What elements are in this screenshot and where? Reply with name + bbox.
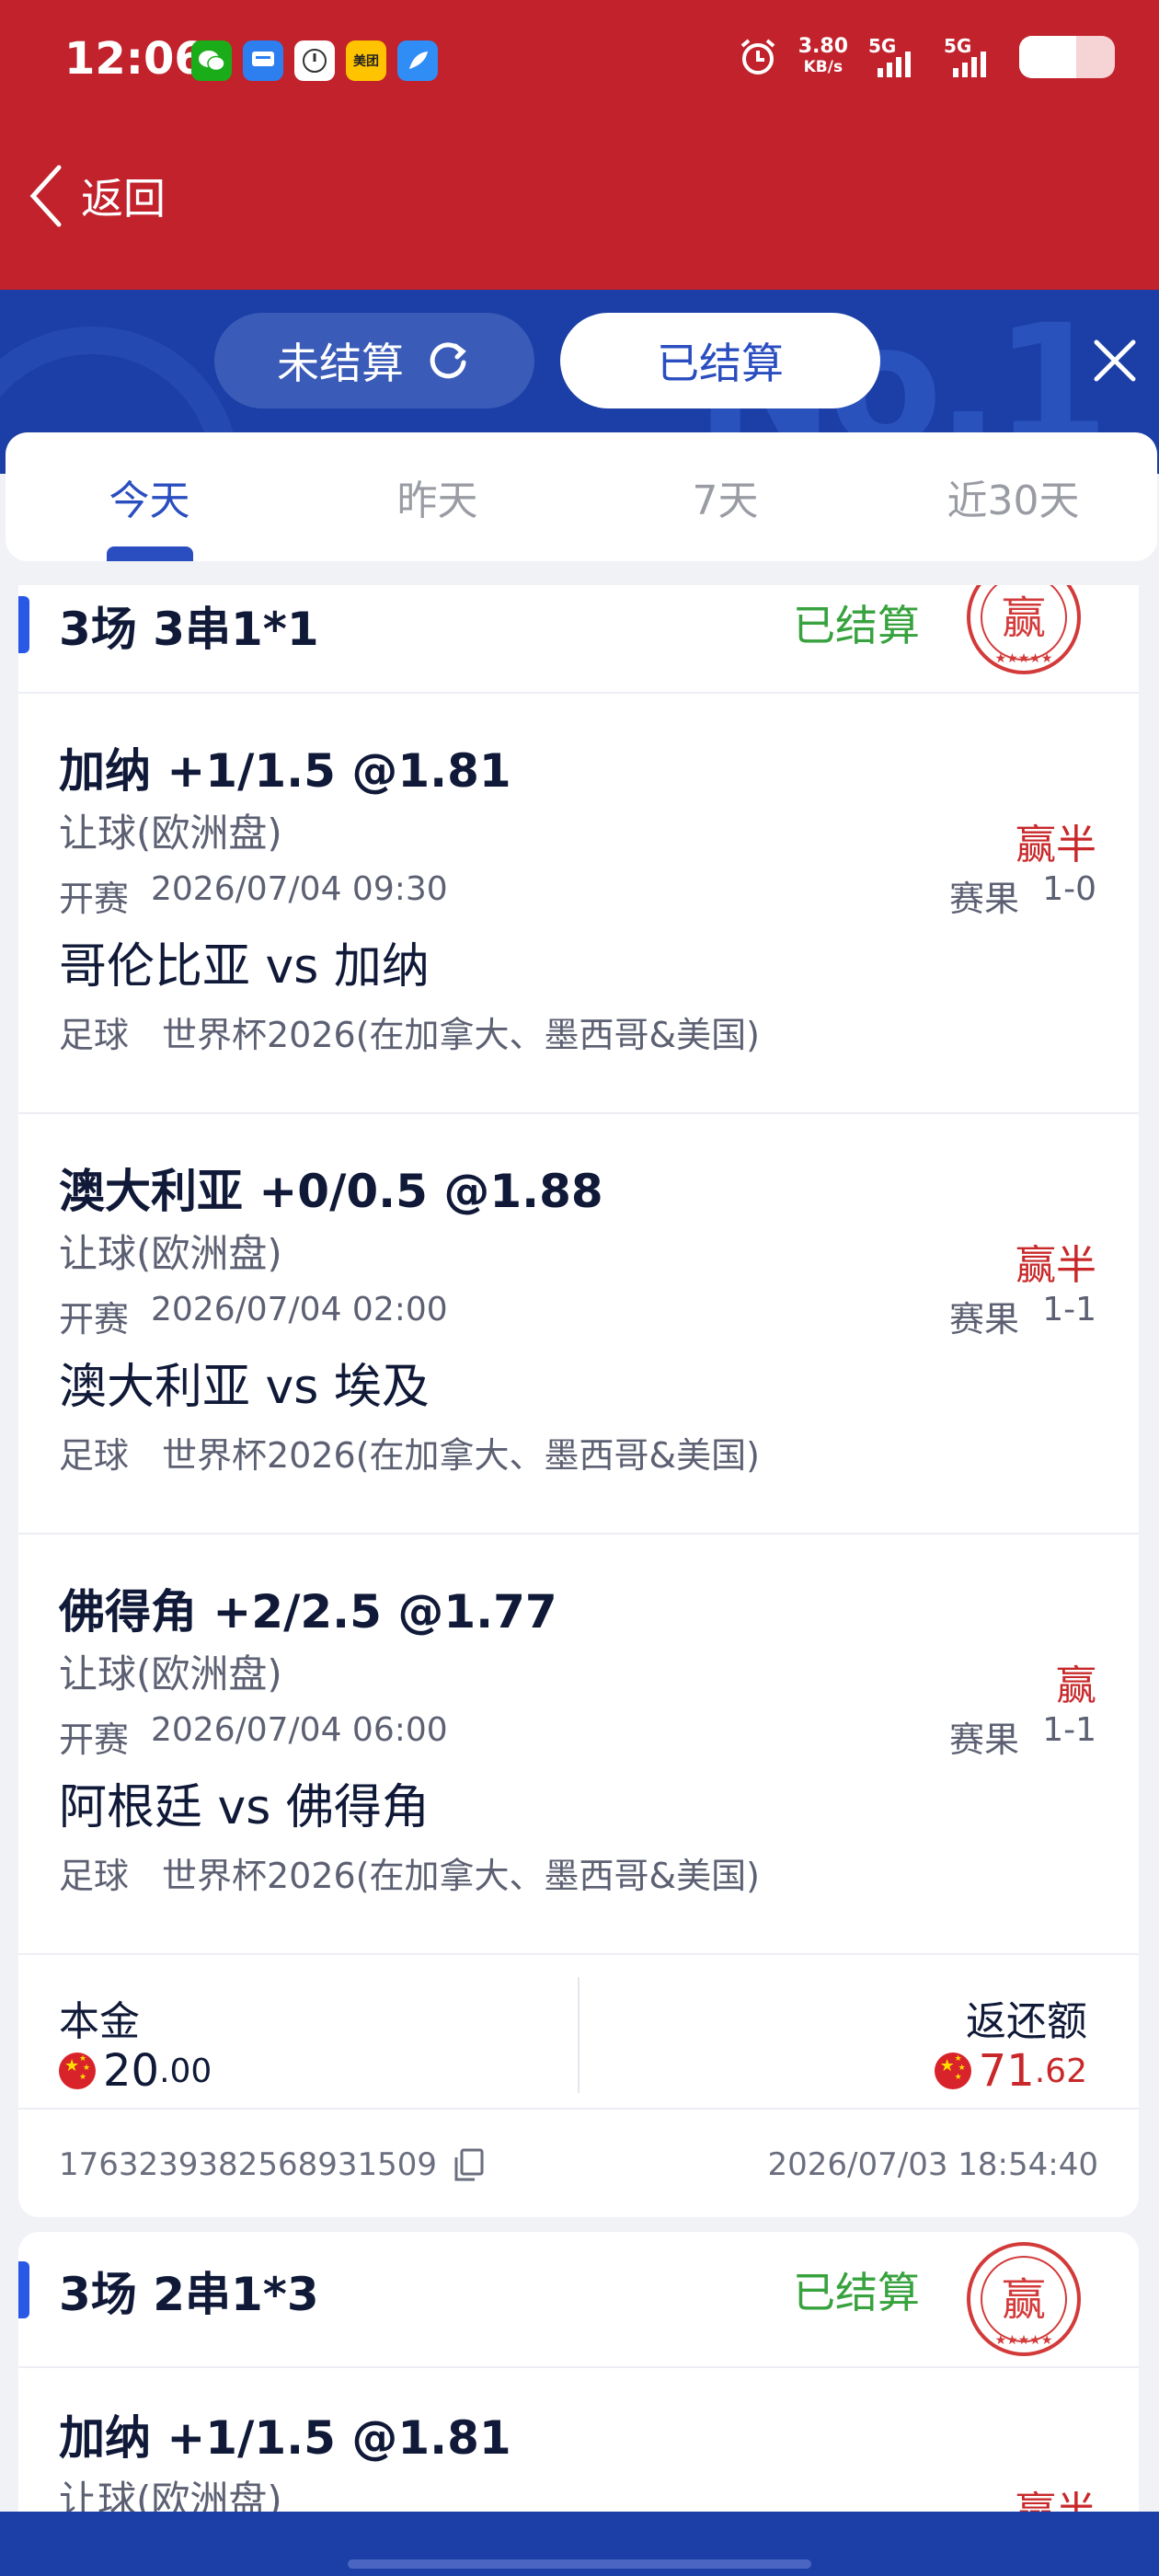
bet-leg: 澳大利亚 +0/0.5 @1.88 让球(欧洲盘) 赢半 开赛 2026/07/… <box>18 1114 1139 1535</box>
league: 世界杯2026(在加拿大、墨西哥&美国) <box>162 1435 760 1476</box>
score-label: 赛果 <box>948 1299 1019 1340</box>
accent-bar <box>18 2261 29 2318</box>
start-label: 开赛 <box>59 879 130 919</box>
tab-today[interactable]: 今天 <box>6 432 293 561</box>
back-label: 返回 <box>81 174 166 224</box>
return-label: 返还额 <box>966 1998 1087 2045</box>
match-teams: 澳大利亚 vs 埃及 <box>59 1360 430 1415</box>
home-indicator[interactable] <box>348 2559 811 2569</box>
accent-bar <box>18 596 29 653</box>
refresh-icon[interactable] <box>424 337 472 385</box>
return-amount: ★ ★ ★ ★ 71.62 <box>934 2045 1087 2097</box>
sport: 足球 <box>59 1015 130 1055</box>
stake-amount: ★ ★ ★ ★ 20.00 <box>59 2045 212 2097</box>
message-icon <box>243 40 283 81</box>
status-bar: 12:06 美团 3.80 KB/s 5G 5G <box>0 0 1159 124</box>
bet-title: 3场 2串1*3 <box>59 2268 319 2321</box>
score: 1-0 <box>1042 870 1096 908</box>
signal-5g-2-icon: 5G <box>944 35 999 79</box>
order-id: 1763239382568931509 <box>59 2146 438 2183</box>
start-label: 开赛 <box>59 1719 130 1760</box>
close-icon[interactable] <box>1087 333 1142 388</box>
unsettled-label: 未结算 <box>277 339 404 388</box>
bet-leg: 加纳 +1/1.5 @1.81 让球(欧洲盘) 赢半 <box>18 2368 1139 2512</box>
notification-icons: 美团 <box>191 40 438 81</box>
bet-card[interactable]: 3场 3串1*1 已结算 赢 ★★★★★ 加纳 +1/1.5 @1.81 让球(… <box>18 585 1139 2217</box>
bet-card[interactable]: 3场 2串1*3 已结算 赢 ★★★★★ 加纳 +1/1.5 @1.81 让球(… <box>18 2232 1139 2512</box>
start-time: 2026/07/04 06:00 <box>151 1711 448 1749</box>
wechat-icon <box>191 40 232 81</box>
copy-icon[interactable] <box>451 2146 488 2183</box>
signal-5g-1-icon: 5G <box>868 35 924 79</box>
clock-app-icon <box>294 40 335 81</box>
date-tabs: 今天 昨天 7天 近30天 <box>6 432 1157 561</box>
bet-card-header: 3场 3串1*1 已结算 赢 ★★★★★ <box>18 585 1139 694</box>
match-teams: 阿根廷 vs 佛得角 <box>59 1780 430 1835</box>
leg-market: 让球(欧洲盘) <box>59 811 282 856</box>
battery-icon <box>1019 36 1115 78</box>
leg-selection: 澳大利亚 +0/0.5 @1.88 <box>59 1165 603 1218</box>
leg-selection: 加纳 +1/1.5 @1.81 <box>59 744 511 798</box>
league: 世界杯2026(在加拿大、墨西哥&美国) <box>162 1015 760 1055</box>
tab-7-days[interactable]: 7天 <box>581 432 869 561</box>
net-speed: 3.80 KB/s <box>798 35 848 77</box>
chevron-left-icon <box>29 165 62 227</box>
leg-selection: 加纳 +1/1.5 @1.81 <box>59 2411 511 2465</box>
leg-result: 赢半 <box>1016 822 1096 868</box>
score: 1-1 <box>1042 1711 1096 1749</box>
leg-selection: 佛得角 +2/2.5 @1.77 <box>59 1585 557 1639</box>
score-label: 赛果 <box>948 879 1019 919</box>
status-time: 12:06 <box>64 33 205 85</box>
top-header: 12:06 美团 3.80 KB/s 5G 5G 返回 <box>0 0 1159 290</box>
order-time: 2026/07/03 18:54:40 <box>767 2146 1098 2183</box>
status-indicators: 3.80 KB/s 5G 5G <box>738 35 1115 79</box>
sport: 足球 <box>59 1435 130 1476</box>
bet-card-header: 3场 2串1*3 已结算 赢 ★★★★★ <box>18 2232 1139 2368</box>
stake-label: 本金 <box>59 1998 140 2045</box>
svg-text:赢: 赢 <box>1002 592 1046 644</box>
score: 1-1 <box>1042 1291 1096 1328</box>
leg-result: 赢半 <box>1016 2478 1096 2512</box>
win-stamp-icon: 赢 ★★★★★ <box>967 585 1081 674</box>
leg-market: 让球(欧洲盘) <box>59 1231 282 1276</box>
start-label: 开赛 <box>59 1299 130 1340</box>
bet-title: 3场 3串1*1 <box>59 603 319 656</box>
leg-result: 赢半 <box>1016 1242 1096 1289</box>
order-meta: 1763239382568931509 2026/07/03 18:54:40 <box>18 2110 1139 2217</box>
amounts-row: 本金 ★ ★ ★ ★ 20.00 返还额 ★ ★ ★ ★ 71.62 <box>18 1955 1139 2110</box>
start-time: 2026/07/04 02:00 <box>151 1291 448 1328</box>
start-time: 2026/07/04 09:30 <box>151 870 448 908</box>
active-tab-indicator <box>107 546 193 561</box>
league: 世界杯2026(在加拿大、墨西哥&美国) <box>162 1856 760 1896</box>
sport: 足球 <box>59 1856 130 1896</box>
divider <box>578 1977 580 2093</box>
svg-text:赢: 赢 <box>1002 2274 1046 2326</box>
leg-result: 赢 <box>1056 1662 1096 1709</box>
tab-yesterday[interactable]: 昨天 <box>293 432 581 561</box>
score-label: 赛果 <box>948 1719 1019 1760</box>
bet-status: 已结算 <box>793 2268 920 2317</box>
leg-market: 让球(欧洲盘) <box>59 2478 282 2512</box>
alarm-icon <box>740 39 775 75</box>
svg-text:★★★★★: ★★★★★ <box>995 651 1053 666</box>
tab-30-days[interactable]: 近30天 <box>869 432 1157 561</box>
bet-status: 已结算 <box>793 601 920 650</box>
win-stamp-icon: 赢 ★★★★★ <box>967 2242 1081 2356</box>
feather-app-icon <box>397 40 438 81</box>
tab-unsettled[interactable]: 未结算 <box>214 313 534 408</box>
match-teams: 哥伦比亚 vs 加纳 <box>59 939 430 995</box>
bet-leg: 加纳 +1/1.5 @1.81 让球(欧洲盘) 赢半 开赛 2026/07/04… <box>18 694 1139 1114</box>
leg-market: 让球(欧洲盘) <box>59 1651 282 1696</box>
cny-flag-icon: ★ ★ ★ ★ <box>59 2053 96 2089</box>
svg-text:★★★★★: ★★★★★ <box>995 2333 1053 2348</box>
back-button[interactable]: 返回 <box>28 164 166 228</box>
settled-label: 已结算 <box>657 339 784 388</box>
meituan-icon: 美团 <box>346 40 386 81</box>
bet-leg: 佛得角 +2/2.5 @1.77 让球(欧洲盘) 赢 开赛 2026/07/04… <box>18 1535 1139 1955</box>
tab-settled[interactable]: 已结算 <box>560 313 880 408</box>
cny-flag-icon: ★ ★ ★ ★ <box>934 2053 971 2089</box>
